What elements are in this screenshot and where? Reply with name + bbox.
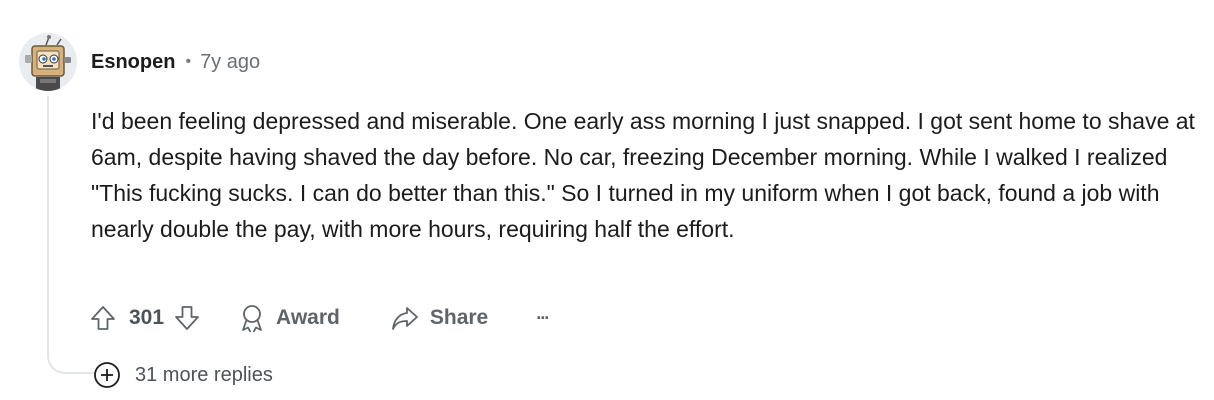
award-icon [242,305,262,333]
share-label: Share [429,306,489,329]
share-button[interactable]: Share [390,304,488,332]
more-options-button[interactable]: ··· [536,307,550,329]
arrow-down-icon [175,306,199,330]
more-replies-button[interactable]: 31 more replies [93,361,273,389]
username[interactable]: Esnopen [91,51,175,74]
timestamp[interactable]: 7y ago [200,51,260,74]
arrow-up-icon [91,306,115,330]
vote-group: 301 [88,303,202,333]
action-bar: 301 Award Share ··· [88,300,550,336]
ellipsis-icon: ··· [536,307,550,328]
vote-score: 301 [129,306,165,329]
comment-header: Esnopen • 7y ago [91,49,260,75]
plus-circle-icon [94,362,120,388]
robot-avatar-icon [19,33,77,91]
award-button[interactable]: Award [238,303,340,333]
comment-body: I'd been feeling depressed and miserable… [91,108,1195,242]
share-icon [391,307,418,330]
upvote-button[interactable] [88,303,118,333]
more-replies-label: 31 more replies [135,363,273,386]
separator-dot: • [185,53,192,70]
comment-thread: Esnopen • 7y ago I'd been feeling depres… [0,0,1214,400]
avatar[interactable] [19,33,77,91]
downvote-button[interactable] [172,303,202,333]
award-label: Award [276,306,340,329]
